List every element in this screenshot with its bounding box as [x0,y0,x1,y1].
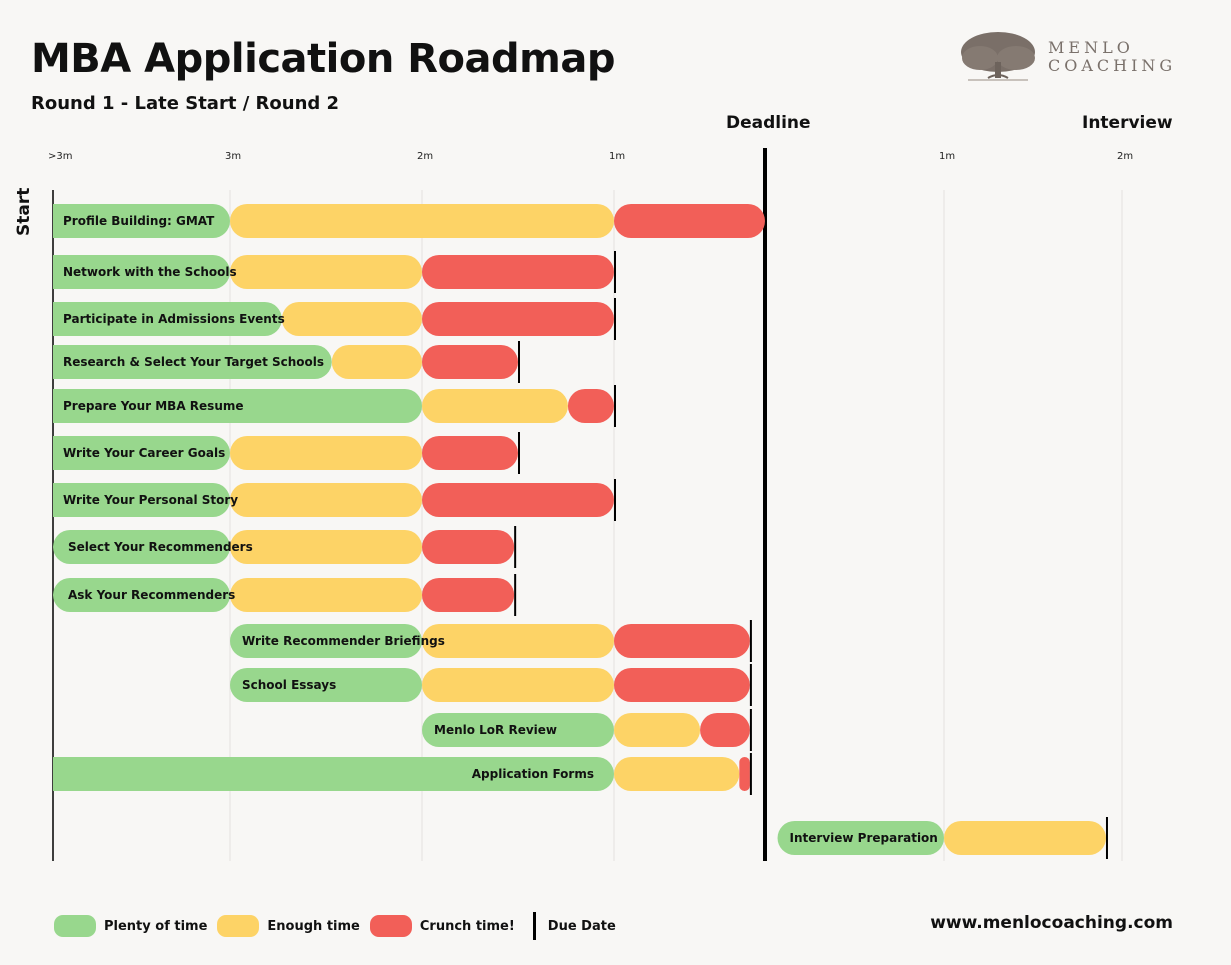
bar-crunch-time [422,302,614,336]
legend-swatch-crunch [369,915,412,937]
task-label: Application Forms [472,767,594,781]
legend-swatch-plenty [54,915,96,937]
bar-enough-time [422,624,614,658]
tick-label: >3m [48,151,72,162]
task-label: Participate in Admissions Events [63,312,285,326]
bar-enough-time [614,757,740,791]
bar-enough-time [422,389,568,423]
bar-crunch-time [700,713,750,747]
task-label: Menlo LoR Review [434,723,557,737]
task-label: Ask Your Recommenders [68,588,235,602]
bar-enough-time [230,483,422,517]
bar-enough-time [230,204,614,238]
bar-crunch-time [422,345,518,379]
bar-crunch-time [567,389,614,423]
bar-crunch-time [614,624,750,658]
bar-crunch-time [614,204,765,238]
legend: Plenty of time Enough time Crunch time! … [54,912,626,940]
task-label: School Essays [242,678,336,692]
task-label: Select Your Recommenders [68,540,253,554]
task-label: Research & Select Your Target Schools [63,355,324,369]
task-label: Network with the Schools [63,265,237,279]
bar-crunch-time [422,436,518,470]
bar-crunch-time [422,530,515,564]
tick-label: 2m [417,151,433,162]
tick-label: 3m [225,151,241,162]
tick-label: 2m [1117,151,1133,162]
legend-swatch-enough [217,915,260,937]
tick-label: 1m [609,151,625,162]
legend-label-crunch: Crunch time! [419,918,515,934]
bar-enough-time [331,345,422,379]
bar-enough-time [230,530,422,564]
legend-swatch-due [532,912,536,940]
task-label: Prepare Your MBA Resume [63,399,244,413]
bar-crunch-time [614,668,750,702]
task-label: Write Your Career Goals [63,446,225,460]
task-label: Write Your Personal Story [63,493,238,507]
bar-enough-time [614,713,701,747]
bar-enough-time [422,668,614,702]
legend-item-enough: Enough time [217,915,360,937]
roadmap-chart: >3m 3m 2m 1m 1m 2m Profile Building: GMAT Netw… [48,148,1133,861]
task-label: Profile Building: GMAT [63,214,215,228]
bar-enough-time [944,821,1106,855]
bar-enough-time [230,436,422,470]
legend-label-plenty: Plenty of time [104,918,208,934]
bar-crunch-time [422,578,515,612]
legend-item-crunch: Crunch time! [369,915,515,937]
website-url[interactable]: www.menlocoaching.com [930,913,1173,933]
bar-crunch-time [422,483,614,517]
legend-item-plenty: Plenty of time [54,915,207,937]
bar-enough-time [230,255,422,289]
legend-label-due: Due Date [547,918,616,934]
bar-enough-time [281,302,422,336]
tick-label: 1m [939,151,955,162]
bar-crunch-time [739,757,750,791]
legend-item-due: Due Date [525,912,616,940]
bar-enough-time [230,578,422,612]
legend-label-enough: Enough time [267,918,360,934]
task-label: Interview Preparation [790,831,938,845]
bar-crunch-time [422,255,614,289]
task-label: Write Recommender Briefings [242,634,445,648]
